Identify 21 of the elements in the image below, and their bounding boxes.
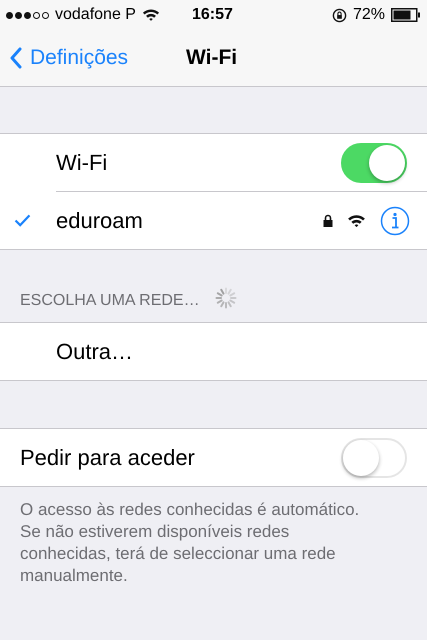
battery-icon bbox=[391, 8, 421, 22]
network-row[interactable]: eduroam bbox=[0, 192, 427, 249]
ask-to-join-toggle[interactable] bbox=[341, 438, 407, 478]
wifi-label: Wi-Fi bbox=[56, 150, 108, 176]
battery-percent: 72% bbox=[352, 6, 385, 24]
wifi-toggle[interactable] bbox=[341, 142, 407, 182]
wifi-icon bbox=[347, 214, 366, 228]
clock-time: 16:57 bbox=[192, 6, 233, 24]
info-icon[interactable] bbox=[380, 206, 410, 236]
ask-to-join-label: Pedir para aceder bbox=[20, 444, 195, 470]
chevron-icon bbox=[10, 47, 22, 69]
section-header: ESCOLHA UMA REDE… bbox=[20, 292, 200, 310]
screen-title: Wi-Fi bbox=[186, 46, 238, 70]
other-network-row[interactable]: Outra… bbox=[0, 323, 427, 380]
network-name: eduroam bbox=[56, 208, 143, 234]
carrier-name: vodafone P bbox=[55, 6, 136, 24]
signal-icon bbox=[6, 12, 49, 18]
other-network-label: Outra… bbox=[56, 338, 134, 364]
wifi-icon bbox=[142, 8, 160, 22]
footer-text: O acesso às redes conhecidas é automático. Se não estiverem disponíveis redes conhecidas, terá de seleccionar uma rede manualmente. bbox=[20, 499, 360, 587]
rotation-lock-icon bbox=[332, 8, 347, 22]
